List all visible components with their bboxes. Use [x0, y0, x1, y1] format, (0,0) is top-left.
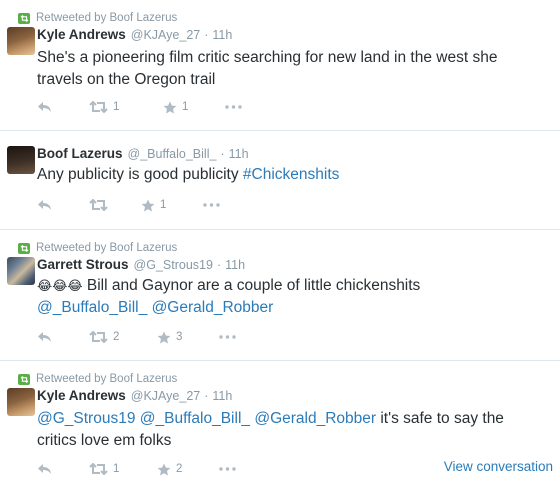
separator-dot: · — [220, 147, 225, 161]
retweet-icon — [89, 331, 108, 343]
reply-button[interactable] — [37, 463, 89, 475]
tweet-header: Garrett Strous @G_Strous19 · 11h — [37, 257, 245, 272]
retweet-badge-icon — [18, 242, 30, 254]
reply-icon — [38, 200, 51, 210]
mention-link[interactable]: @G_Strous19 — [37, 410, 135, 427]
retweet-context: Retweeted by Boof Lazerus — [18, 241, 177, 255]
tweet-text-plain: it's safe to say the — [376, 410, 504, 427]
more-button[interactable] — [219, 335, 236, 339]
separator-dot: · — [216, 258, 222, 272]
timestamp[interactable]: 11h — [225, 258, 245, 272]
user-name[interactable]: Garrett Strous — [37, 257, 129, 272]
tweet-text-line: critics love em folks — [37, 432, 172, 449]
favorite-icon — [157, 463, 171, 475]
tweet[interactable]: Boof Lazerus @_Buffalo_Bill_ · 11h Any p… — [0, 131, 560, 230]
tweet-text: Any publicity is good publicity #Chicken… — [37, 164, 547, 186]
tweet[interactable]: Retweeted by Boof Lazerus Kyle Andrews @… — [0, 361, 560, 494]
retweet-count: 2 — [113, 331, 120, 343]
retweet-button[interactable]: 1 — [89, 101, 163, 113]
reply-icon — [38, 332, 51, 342]
reply-button[interactable] — [37, 101, 89, 113]
favorite-count: 1 — [160, 199, 167, 211]
retweet-icon — [89, 463, 108, 475]
retweet-icon — [89, 199, 108, 211]
retweet-icon — [89, 101, 108, 113]
user-handle[interactable]: @KJAye_27 — [131, 389, 200, 403]
more-button[interactable] — [219, 467, 236, 471]
timestamp[interactable]: 11h — [212, 389, 232, 403]
tweet-text-plain: Bill and Gaynor are a couple of little c… — [82, 277, 421, 294]
emoji-laughing-icon: 😂😂😂 — [37, 278, 83, 293]
more-button[interactable] — [203, 203, 220, 207]
tweet[interactable]: Retweeted by Boof Lazerus Kyle Andrews @… — [0, 0, 560, 131]
tweet-text-plain: Any publicity is good publicity — [37, 166, 243, 183]
timeline: Retweeted by Boof Lazerus Kyle Andrews @… — [0, 0, 560, 494]
user-handle[interactable]: @KJAye_27 — [131, 28, 200, 42]
mention-link[interactable]: @Gerald_Robber — [254, 410, 376, 427]
tweet-actions: 1 1 — [37, 98, 242, 116]
reply-button[interactable] — [37, 331, 89, 343]
favorite-button[interactable]: 1 — [163, 101, 225, 114]
tweet-header: Boof Lazerus @_Buffalo_Bill_ · 11h — [37, 146, 249, 161]
user-handle[interactable]: @G_Strous19 — [134, 258, 213, 272]
more-icon — [219, 467, 236, 471]
favorite-count: 1 — [182, 101, 189, 113]
tweet-actions: 1 — [37, 196, 220, 214]
avatar[interactable] — [7, 146, 35, 174]
view-conversation-link[interactable]: View conversation — [444, 459, 553, 474]
tweet-header: Kyle Andrews @KJAye_27 · 11h — [37, 388, 232, 403]
tweet-text: She's a pioneering film critic searching… — [37, 47, 547, 91]
retweeted-by-text[interactable]: Retweeted by Boof Lazerus — [36, 373, 177, 385]
user-name[interactable]: Boof Lazerus — [37, 146, 123, 161]
more-icon — [203, 203, 220, 207]
retweet-badge-icon — [18, 12, 30, 24]
more-icon — [225, 105, 242, 109]
favorite-icon — [163, 101, 177, 113]
user-name[interactable]: Kyle Andrews — [37, 27, 126, 42]
retweet-context: Retweeted by Boof Lazerus — [18, 11, 177, 25]
separator-dot: · — [204, 389, 209, 403]
retweet-button[interactable] — [89, 199, 141, 211]
avatar[interactable] — [7, 388, 35, 416]
favorite-icon — [157, 331, 171, 343]
favorite-button[interactable]: 1 — [141, 199, 203, 212]
favorite-count: 2 — [176, 463, 183, 475]
favorite-button[interactable]: 3 — [157, 331, 219, 344]
avatar[interactable] — [7, 257, 35, 285]
favorite-button[interactable]: 2 — [157, 463, 219, 476]
retweeted-by-text[interactable]: Retweeted by Boof Lazerus — [36, 242, 177, 254]
retweet-button[interactable]: 1 — [89, 463, 157, 475]
retweet-context: Retweeted by Boof Lazerus — [18, 372, 177, 386]
tweet[interactable]: Retweeted by Boof Lazerus Garrett Strous… — [0, 230, 560, 361]
more-icon — [219, 335, 236, 339]
user-handle[interactable]: @_Buffalo_Bill_ — [128, 147, 217, 161]
mention-link[interactable]: @_Buffalo_Bill_ — [37, 299, 147, 316]
tweet-text: 😂😂😂 Bill and Gaynor are a couple of litt… — [37, 275, 547, 319]
favorite-icon — [141, 199, 155, 211]
timestamp[interactable]: 11h — [229, 147, 249, 161]
tweet-text-line: travels on the Oregon trail — [37, 71, 216, 88]
more-button[interactable] — [225, 105, 242, 109]
tweet-header: Kyle Andrews @KJAye_27 · 11h — [37, 27, 232, 42]
favorite-count: 3 — [176, 331, 183, 343]
retweet-badge-icon — [18, 373, 30, 385]
retweet-count: 1 — [113, 101, 120, 113]
retweet-count: 1 — [113, 463, 120, 475]
separator-dot: · — [204, 28, 209, 42]
tweet-actions: 2 3 — [37, 328, 236, 346]
retweeted-by-text[interactable]: Retweeted by Boof Lazerus — [36, 12, 177, 24]
reply-icon — [38, 102, 51, 112]
reply-icon — [38, 464, 51, 474]
avatar[interactable] — [7, 27, 35, 55]
hashtag-link[interactable]: #Chickenshits — [243, 166, 340, 183]
tweet-actions: 1 2 — [37, 460, 236, 478]
timestamp[interactable]: 11h — [212, 28, 232, 42]
reply-button[interactable] — [37, 199, 89, 211]
user-name[interactable]: Kyle Andrews — [37, 388, 126, 403]
retweet-button[interactable]: 2 — [89, 331, 157, 343]
tweet-text: @G_Strous19 @_Buffalo_Bill_ @Gerald_Robb… — [37, 408, 547, 452]
mention-link[interactable]: @Gerald_Robber — [152, 299, 274, 316]
mention-link[interactable]: @_Buffalo_Bill_ — [140, 410, 250, 427]
tweet-text-line: She's a pioneering film critic searching… — [37, 49, 498, 66]
